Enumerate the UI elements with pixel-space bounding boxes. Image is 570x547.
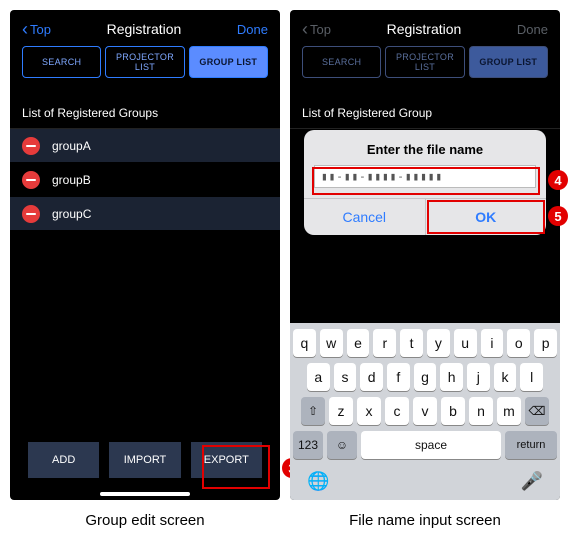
- tab-group-list[interactable]: GROUP LIST: [189, 46, 268, 78]
- key-q[interactable]: q: [293, 329, 316, 357]
- list-item[interactable]: groupA: [10, 129, 280, 163]
- dialog-title: Enter the file name: [304, 130, 546, 165]
- globe-icon[interactable]: 🌐: [307, 471, 329, 492]
- ok-button[interactable]: OK: [426, 199, 547, 235]
- tab-search: SEARCH: [302, 46, 381, 78]
- done-button[interactable]: Done: [237, 22, 268, 37]
- space-key[interactable]: space: [361, 431, 501, 459]
- caption-right: File name input screen: [349, 512, 501, 529]
- ios-keyboard: qwertyuiop asdfghjkl ⇧ zxcvbnm⌫ 123 ☺ sp…: [290, 323, 560, 500]
- back-button: ‹ Top: [302, 20, 331, 38]
- key-u[interactable]: u: [454, 329, 477, 357]
- tab-search[interactable]: SEARCH: [22, 46, 101, 78]
- chevron-left-icon: ‹: [302, 20, 308, 38]
- callout-4: 4: [548, 170, 568, 190]
- callout-5: 5: [548, 206, 568, 226]
- key-o[interactable]: o: [507, 329, 530, 357]
- key-m[interactable]: m: [497, 397, 521, 425]
- key-l[interactable]: l: [520, 363, 543, 391]
- section-label: List of Registered Groups: [10, 88, 280, 129]
- cancel-button[interactable]: Cancel: [304, 199, 426, 235]
- key-y[interactable]: y: [427, 329, 450, 357]
- list-item[interactable]: groupC: [10, 197, 280, 231]
- key-p[interactable]: p: [534, 329, 557, 357]
- segment-control: SEARCH PROJECTOR LIST GROUP LIST: [10, 42, 280, 88]
- key-t[interactable]: t: [400, 329, 423, 357]
- emoji-key[interactable]: ☺: [327, 431, 357, 459]
- tab-projector-list: PROJECTOR LIST: [385, 46, 464, 78]
- remove-icon[interactable]: [22, 171, 40, 189]
- key-j[interactable]: j: [467, 363, 490, 391]
- caption-left: Group edit screen: [85, 512, 204, 529]
- group-list: groupA groupB groupC: [10, 129, 280, 430]
- dialog-buttons: Cancel OK: [304, 198, 546, 235]
- key-c[interactable]: c: [385, 397, 409, 425]
- key-r[interactable]: r: [373, 329, 396, 357]
- file-name-input[interactable]: [314, 165, 536, 188]
- nav-bar: ‹ Top Registration Done: [290, 10, 560, 42]
- segment-control: SEARCH PROJECTOR LIST GROUP LIST: [290, 42, 560, 88]
- back-button[interactable]: ‹ Top: [22, 20, 51, 38]
- back-label: Top: [30, 22, 51, 37]
- backspace-key[interactable]: ⌫: [525, 397, 549, 425]
- key-f[interactable]: f: [387, 363, 410, 391]
- section-label: List of Registered Group: [290, 88, 560, 129]
- key-w[interactable]: w: [320, 329, 343, 357]
- page-title: Registration: [387, 21, 462, 37]
- key-i[interactable]: i: [481, 329, 504, 357]
- chevron-left-icon: ‹: [22, 20, 28, 38]
- return-key[interactable]: return: [505, 431, 557, 459]
- group-name: groupC: [52, 207, 91, 221]
- tab-group-list: GROUP LIST: [469, 46, 548, 78]
- file-name-input-screen: ‹ Top Registration Done SEARCH PROJECTOR…: [290, 10, 560, 500]
- group-edit-screen: ‹ Top Registration Done SEARCH PROJECTOR…: [10, 10, 280, 500]
- import-button[interactable]: IMPORT: [109, 442, 180, 478]
- key-n[interactable]: n: [469, 397, 493, 425]
- group-name: groupB: [52, 173, 91, 187]
- add-button[interactable]: ADD: [28, 442, 99, 478]
- shift-key[interactable]: ⇧: [301, 397, 325, 425]
- nav-bar: ‹ Top Registration Done: [10, 10, 280, 42]
- key-b[interactable]: b: [441, 397, 465, 425]
- done-button: Done: [517, 22, 548, 37]
- tab-projector-list[interactable]: PROJECTOR LIST: [105, 46, 184, 78]
- remove-icon[interactable]: [22, 205, 40, 223]
- key-x[interactable]: x: [357, 397, 381, 425]
- list-item[interactable]: groupB: [10, 163, 280, 197]
- page-title: Registration: [107, 21, 182, 37]
- group-name: groupA: [52, 139, 91, 153]
- home-indicator: [100, 492, 190, 496]
- file-name-dialog: Enter the file name Cancel OK: [304, 130, 546, 235]
- key-z[interactable]: z: [329, 397, 353, 425]
- action-bar: ADD IMPORT EXPORT: [10, 430, 280, 500]
- key-d[interactable]: d: [360, 363, 383, 391]
- remove-icon[interactable]: [22, 137, 40, 155]
- key-e[interactable]: e: [347, 329, 370, 357]
- key-a[interactable]: a: [307, 363, 330, 391]
- mic-icon[interactable]: 🎤: [521, 471, 543, 492]
- export-button[interactable]: EXPORT: [191, 442, 262, 478]
- key-s[interactable]: s: [334, 363, 357, 391]
- key-v[interactable]: v: [413, 397, 437, 425]
- back-label: Top: [310, 22, 331, 37]
- key-g[interactable]: g: [414, 363, 437, 391]
- key-k[interactable]: k: [494, 363, 517, 391]
- key-h[interactable]: h: [440, 363, 463, 391]
- numbers-key[interactable]: 123: [293, 431, 323, 459]
